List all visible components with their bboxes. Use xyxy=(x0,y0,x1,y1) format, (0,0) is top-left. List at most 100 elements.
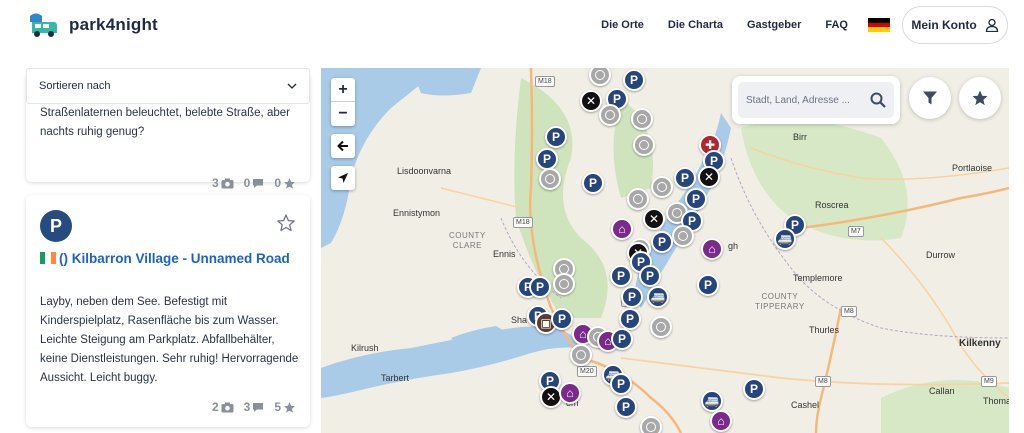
user-place-marker[interactable] xyxy=(553,273,575,295)
parking-marker[interactable]: 🚐 xyxy=(647,286,669,308)
service-marker[interactable]: ✕ xyxy=(698,166,720,188)
map-label-tarbert: Tarbert xyxy=(381,373,410,383)
service-marker[interactable]: ⌂ xyxy=(710,410,732,432)
parking-marker[interactable]: P xyxy=(743,378,765,400)
sort-label: Sortieren nach xyxy=(39,80,111,92)
comment-count-value: 3 xyxy=(243,400,251,414)
parking-marker[interactable]: P xyxy=(651,231,673,253)
user-place-marker[interactable] xyxy=(640,416,662,433)
rating-value: 0 xyxy=(274,176,281,190)
comment-icon xyxy=(253,178,264,188)
parking-marker[interactable]: P xyxy=(545,126,567,148)
brand-logo[interactable]: park4night xyxy=(26,10,158,40)
parking-marker[interactable]: P xyxy=(621,286,643,308)
rating: 5 xyxy=(274,400,296,414)
main-nav: Die Orte Die Charta Gastgeber FAQ Mein K… xyxy=(577,6,1008,44)
map-search-placeholder: Stadt, Land, Adresse ... xyxy=(746,94,850,106)
service-marker[interactable]: ⌂ xyxy=(701,238,723,260)
road-shield: M18 xyxy=(535,76,555,87)
user-place-marker[interactable] xyxy=(599,104,621,126)
photo-count-value: 2 xyxy=(211,400,219,414)
parking-marker[interactable]: P xyxy=(674,167,696,189)
rating: 0 xyxy=(274,176,296,190)
location-arrow-icon xyxy=(338,173,348,183)
chevron-down-icon xyxy=(287,83,297,89)
map-label-templemore: Templemore xyxy=(793,273,843,283)
parking-marker[interactable]: 🚐 xyxy=(774,228,796,250)
service-marker[interactable]: ⌂ xyxy=(611,218,633,240)
map-label-lisdoonvarna: Lisdoonvarna xyxy=(397,166,452,176)
road-shield: M8 xyxy=(841,306,857,317)
road-shield: M9 xyxy=(981,376,997,387)
photo-count: 2 xyxy=(212,400,234,414)
map-label-callan: Callan xyxy=(929,386,955,396)
comment-count-value: 0 xyxy=(243,176,251,190)
service-marker[interactable]: ✕ xyxy=(643,208,665,230)
zoom-control: + − xyxy=(331,78,355,126)
map-label-county-clare: COUNTY CLARE xyxy=(449,231,486,250)
zoom-out-button[interactable]: − xyxy=(331,102,355,126)
back-button[interactable] xyxy=(331,134,355,158)
map-search-input[interactable]: Stadt, Land, Adresse ... xyxy=(738,82,894,118)
search-icon[interactable] xyxy=(870,92,886,108)
parking-marker[interactable]: P xyxy=(639,265,661,287)
top-header: park4night Die Orte Die Charta Gastgeber… xyxy=(0,0,1024,52)
map-label-county-tipperary: COUNTY TIPPERARY xyxy=(755,292,805,311)
nav-gastgeber[interactable]: Gastgeber xyxy=(747,19,801,31)
road-shield: M8 xyxy=(815,376,831,387)
camera-icon xyxy=(221,178,234,188)
place-card[interactable]: P () Kilbarron Village - Unnamed Road La… xyxy=(26,195,310,427)
van-logo-icon xyxy=(26,10,60,40)
user-place-marker[interactable] xyxy=(672,225,694,247)
zoom-in-button[interactable]: + xyxy=(331,78,355,102)
parking-marker[interactable]: P xyxy=(685,188,707,210)
parking-marker[interactable]: P xyxy=(610,373,632,395)
favorite-star-icon[interactable] xyxy=(276,213,296,238)
parking-marker[interactable]: P xyxy=(623,69,645,91)
user-place-marker[interactable] xyxy=(539,168,561,190)
parking-marker[interactable]: P xyxy=(610,265,632,287)
parking-marker[interactable]: 🚐 xyxy=(701,390,723,412)
service-marker[interactable]: ⌂ xyxy=(559,382,581,404)
user-place-marker[interactable] xyxy=(650,316,672,338)
place-description: Layby, neben dem See. Befestigt mit Kind… xyxy=(40,296,299,384)
parking-marker[interactable]: P xyxy=(697,274,719,296)
user-place-marker[interactable] xyxy=(627,188,649,210)
nav-die-orte[interactable]: Die Orte xyxy=(601,19,644,31)
map-search-box: Stadt, Land, Adresse ... xyxy=(732,76,900,124)
user-place-marker[interactable] xyxy=(570,344,592,366)
map-label-thurles: Thurles xyxy=(809,325,840,335)
parking-marker[interactable]: P xyxy=(619,308,641,330)
filter-icon xyxy=(923,91,937,105)
parking-marker[interactable]: P xyxy=(529,276,551,298)
map-label-kilrush: Kilrush xyxy=(351,343,379,353)
parking-marker[interactable]: P xyxy=(551,308,573,330)
map-label-durrow: Durrow xyxy=(926,250,956,260)
parking-marker[interactable]: P xyxy=(582,172,604,194)
user-place-marker[interactable] xyxy=(633,134,655,156)
camera-icon xyxy=(221,402,234,412)
locate-button[interactable] xyxy=(331,166,355,190)
sort-dropdown[interactable]: Sortieren nach xyxy=(26,68,310,104)
place-stats: 2 3 5 xyxy=(212,400,296,414)
favorites-button[interactable] xyxy=(959,77,1001,119)
account-button[interactable]: Mein Konto xyxy=(902,6,1008,44)
parking-marker[interactable]: P xyxy=(611,328,633,350)
nav-faq[interactable]: FAQ xyxy=(825,19,848,31)
parking-marker[interactable]: P xyxy=(536,148,558,170)
filter-button[interactable] xyxy=(909,77,951,119)
user-place-marker[interactable] xyxy=(631,108,653,130)
map-view[interactable]: Birr Portlaoise Lisdoonvarna Ennistymon … xyxy=(321,68,1009,433)
german-flag-icon[interactable] xyxy=(868,18,890,33)
results-sidebar[interactable]: Sortieren nach Straßenlaternen beleuchte… xyxy=(0,52,320,433)
service-marker[interactable]: ✕ xyxy=(580,90,602,112)
photo-count-value: 3 xyxy=(211,176,219,190)
map-label-roscrea: Roscrea xyxy=(815,200,849,210)
brand-name: park4night xyxy=(69,15,158,34)
parking-marker[interactable]: P xyxy=(615,396,637,418)
place-title[interactable]: () Kilbarron Village - Unnamed Road xyxy=(40,249,290,268)
nav-die-charta[interactable]: Die Charta xyxy=(668,19,723,31)
user-place-marker[interactable] xyxy=(651,176,673,198)
parking-badge: P xyxy=(40,210,72,242)
place-title-text: () Kilbarron Village - Unnamed Road xyxy=(59,251,290,266)
